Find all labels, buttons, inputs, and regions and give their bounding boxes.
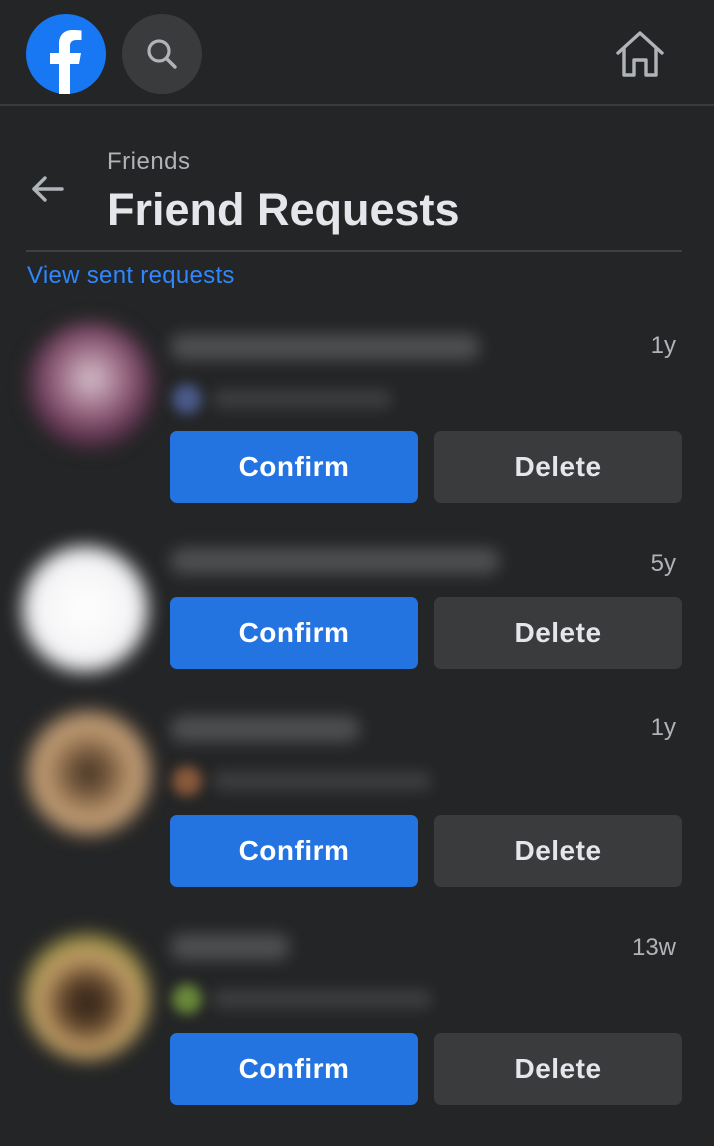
confirm-button[interactable]: Confirm [170,1033,418,1105]
requester-name[interactable] [170,548,500,574]
back-button[interactable] [20,161,76,217]
delete-button[interactable]: Delete [434,815,682,887]
request-time: 1y [650,332,676,359]
top-nav-bar [0,0,714,106]
requester-name[interactable] [170,334,480,360]
search-button[interactable] [122,14,202,94]
request-time: 1y [650,714,676,741]
arrow-left-icon [32,176,64,202]
home-icon [616,31,664,77]
mutual-friend-avatar [172,766,202,796]
avatar[interactable] [26,710,152,836]
view-sent-requests-link[interactable]: View sent requests [27,262,235,290]
friend-request-item: 1y Confirm Delete [0,300,714,520]
confirm-button[interactable]: Confirm [170,431,418,503]
requester-name[interactable] [170,934,290,960]
avatar[interactable] [22,546,148,672]
header-divider [26,250,682,252]
home-button[interactable] [600,14,680,94]
confirm-button[interactable]: Confirm [170,597,418,669]
request-time: 13w [631,934,676,961]
delete-button[interactable]: Delete [434,431,682,503]
page-header: Friends Friend Requests [0,106,714,252]
delete-button[interactable]: Delete [434,597,682,669]
breadcrumb[interactable]: Friends [107,148,191,176]
mutual-friend-avatar [172,384,202,414]
confirm-button[interactable]: Confirm [170,815,418,887]
facebook-logo-icon[interactable] [26,14,106,94]
requester-name[interactable] [170,716,360,742]
mutual-friends-text [212,389,392,409]
avatar[interactable] [28,322,154,448]
mutual-friend-avatar [172,984,202,1014]
mutual-friends-text [212,989,432,1009]
delete-button[interactable]: Delete [434,1033,682,1105]
mutual-friends-text [212,771,432,791]
friend-request-item: 13w Confirm Delete [0,910,714,1130]
avatar[interactable] [24,934,150,1060]
search-icon [147,39,177,69]
friend-request-item: 5y Confirm Delete [0,520,714,690]
friend-request-item: 1y Confirm Delete [0,690,714,910]
request-time: 5y [650,550,676,577]
page-title: Friend Requests [107,184,460,235]
